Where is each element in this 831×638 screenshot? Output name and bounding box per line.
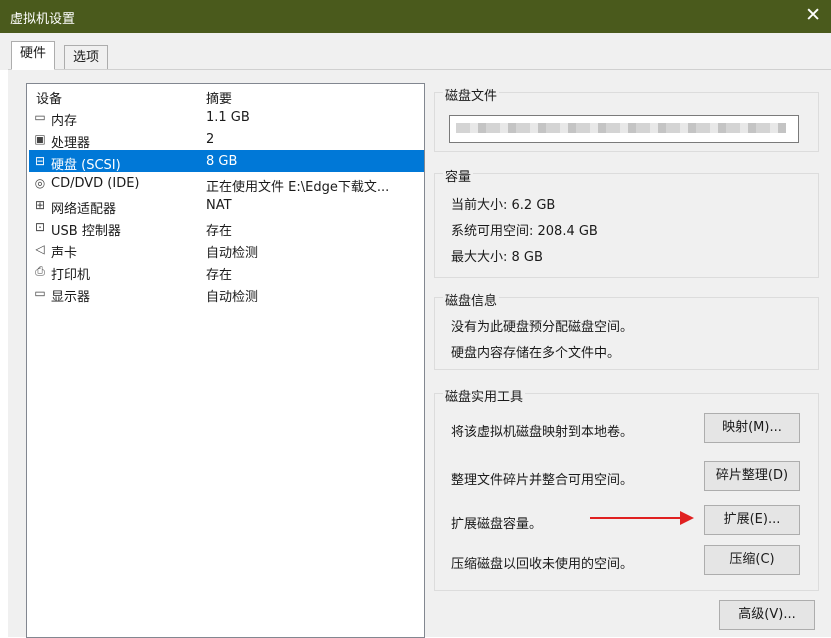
device-name: 硬盘 (SCSI) [51,158,121,173]
disk-utilities-legend: 磁盘实用工具 [443,386,526,405]
blurred-file-path [456,123,786,133]
map-description: 将该虚拟机磁盘映射到本地卷。 [451,425,634,440]
printer-icon: ⎙ [35,264,45,278]
system-free-space: 系统可用空间: 208.4 GB [451,224,598,239]
device-summary: 2 [206,132,215,147]
device-name: 打印机 [51,268,91,283]
disk-info-line-1: 没有为此硬盘预分配磁盘空间。 [451,320,634,335]
expand-description: 扩展磁盘容量。 [451,517,543,532]
tab-content: 设备 摘要 ▭ 内存 1.1 GB ▣ 处理器 2 ⊟ 硬盘 (SCSI) 8 … [8,69,831,638]
tab-hardware[interactable]: 硬件 [11,41,56,70]
display-icon: ▭ [34,286,46,300]
hard-disk-icon: ⊟ [34,154,46,168]
device-name: 网络适配器 [51,202,117,217]
map-button[interactable]: 映射(M)... [704,413,800,443]
tab-strip [0,33,831,70]
device-row-sound-card[interactable]: ◁ 声卡 自动检测 [29,238,424,261]
device-row-network-adapter[interactable]: ⊞ 网络适配器 NAT [29,194,424,217]
defrag-description: 整理文件碎片并整合可用空间。 [451,473,634,488]
device-name: 内存 [51,114,78,129]
device-name: 声卡 [51,246,78,261]
advanced-button[interactable]: 高级(V)... [719,600,815,630]
disk-file-group: 磁盘文件 [434,85,819,152]
device-row-usb-controller[interactable]: ⊡ USB 控制器 存在 [29,216,424,239]
cd-dvd-icon: ◎ [34,176,46,190]
device-name: USB 控制器 [51,224,121,239]
device-summary: 自动检测 [206,246,259,261]
memory-icon: ▭ [34,110,46,124]
annotation-arrow-line [590,517,682,519]
window-title: 虚拟机设置 [10,12,76,27]
sound-card-icon: ◁ [35,242,45,256]
device-row-hard-disk[interactable]: ⊟ 硬盘 (SCSI) 8 GB [29,150,424,173]
device-summary: 8 GB [206,154,238,169]
device-row-display[interactable]: ▭ 显示器 自动检测 [29,282,424,305]
disk-utilities-group: 磁盘实用工具 将该虚拟机磁盘映射到本地卷。 映射(M)... 整理文件碎片并整合… [434,386,819,591]
title-bar: 虚拟机设置 ✕ [0,0,831,33]
disk-file-path-field[interactable] [449,115,799,143]
device-summary: 1.1 GB [206,110,250,125]
column-device[interactable]: 设备 [36,88,62,107]
device-summary: 存在 [206,268,233,283]
compact-description: 压缩磁盘以回收未使用的空间。 [451,557,634,572]
defragment-button[interactable]: 碎片整理(D) [704,461,800,491]
device-list-header: 设备 摘要 [27,84,424,107]
capacity-group: 容量 当前大小: 6.2 GB 系统可用空间: 208.4 GB 最大大小: 8… [434,166,819,278]
disk-file-legend: 磁盘文件 [443,85,500,104]
annotation-arrow-icon [680,511,694,525]
device-row-memory[interactable]: ▭ 内存 1.1 GB [29,106,424,129]
max-size: 最大大小: 8 GB [451,250,543,265]
usb-controller-icon: ⊡ [34,220,46,234]
device-row-processor[interactable]: ▣ 处理器 2 [29,128,424,151]
network-adapter-icon: ⊞ [34,198,46,212]
device-summary: 自动检测 [206,290,259,305]
capacity-legend: 容量 [443,166,474,185]
column-summary[interactable]: 摘要 [206,88,232,107]
device-list[interactable]: 设备 摘要 ▭ 内存 1.1 GB ▣ 处理器 2 ⊟ 硬盘 (SCSI) 8 … [26,83,425,638]
device-summary: 正在使用文件 E:\Edge下载文... [206,180,390,195]
expand-button[interactable]: 扩展(E)... [704,505,800,535]
device-summary: 存在 [206,224,233,239]
device-name: 处理器 [51,136,91,151]
device-row-cd-dvd[interactable]: ◎ CD/DVD (IDE) 正在使用文件 E:\Edge下载文... [29,172,424,195]
disk-info-line-2: 硬盘内容存储在多个文件中。 [451,346,621,361]
close-icon[interactable]: ✕ [805,4,821,26]
device-name: 显示器 [51,290,91,305]
device-name: CD/DVD (IDE) [51,176,140,191]
processor-icon: ▣ [34,132,46,146]
current-size: 当前大小: 6.2 GB [451,198,556,213]
tab-options[interactable]: 选项 [64,45,109,71]
device-summary: NAT [206,198,232,213]
compact-button[interactable]: 压缩(C) [704,545,800,575]
device-row-printer[interactable]: ⎙ 打印机 存在 [29,260,424,283]
disk-info-group: 磁盘信息 没有为此硬盘预分配磁盘空间。 硬盘内容存储在多个文件中。 [434,290,819,370]
disk-info-legend: 磁盘信息 [443,290,500,309]
